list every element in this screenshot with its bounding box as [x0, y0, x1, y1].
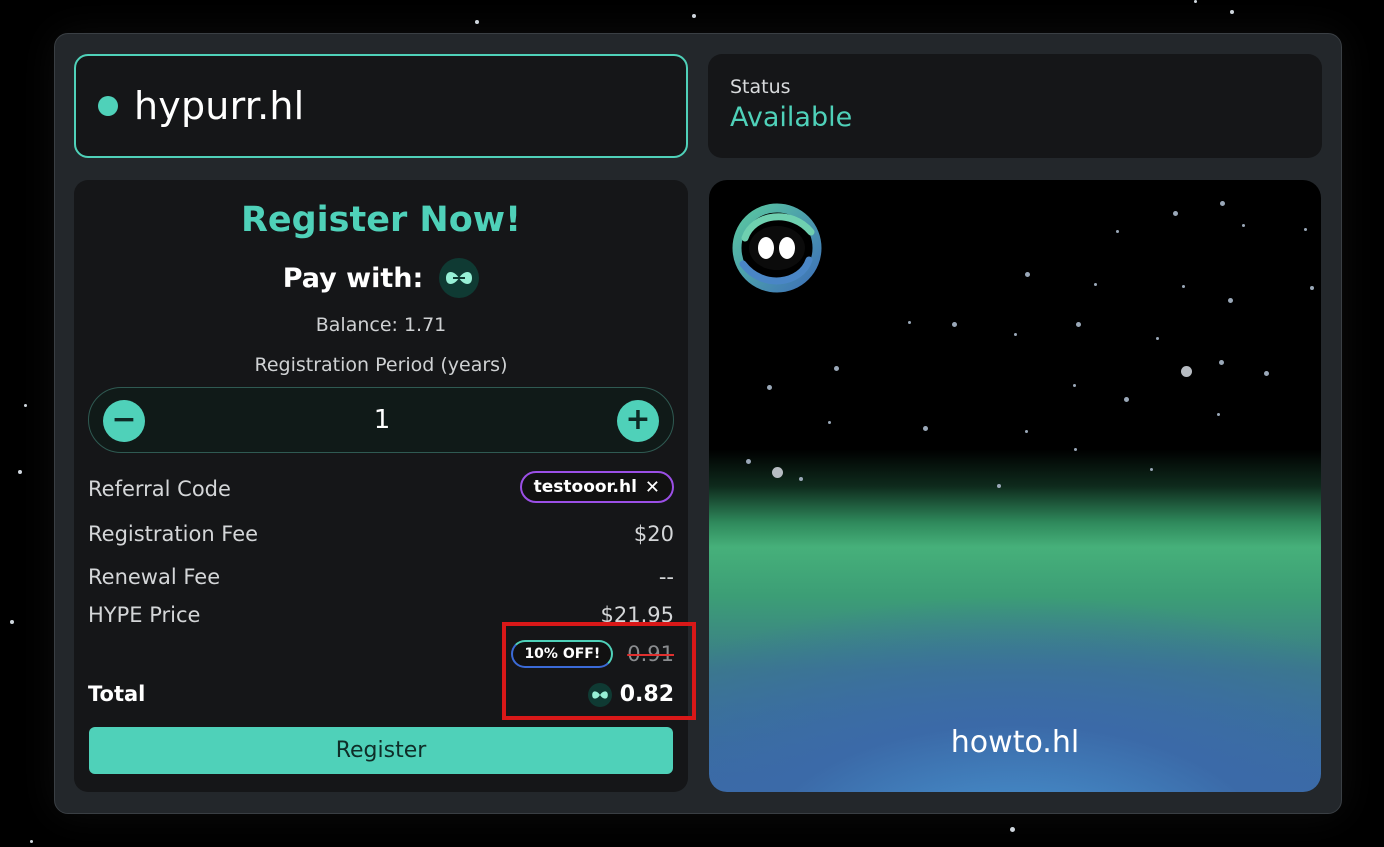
referral-pill: testooor.hl ✕: [519, 471, 674, 503]
background-star: [18, 470, 22, 474]
pay-with-row: Pay with:: [74, 258, 688, 298]
pay-with-label: Pay with:: [282, 262, 424, 294]
preview-star: [1076, 322, 1081, 327]
preview-star: [1014, 333, 1017, 336]
preview-star: [772, 467, 783, 478]
status-dot-icon: [98, 96, 118, 116]
hype-token-icon[interactable]: [439, 258, 480, 298]
register-title: Register Now!: [240, 200, 522, 240]
preview-star: [1304, 228, 1307, 231]
referral-label: Referral Code: [88, 477, 231, 501]
preview-star: [1025, 272, 1030, 277]
preview-star: [1073, 384, 1076, 387]
preview-star: [746, 459, 751, 464]
period-label: Registration Period (years): [254, 354, 508, 376]
background-star: [692, 14, 696, 18]
renewal-fee-row: Renewal Fee --: [88, 565, 674, 595]
preview-star: [828, 421, 831, 424]
background-star: [1230, 10, 1234, 14]
preview-star: [799, 477, 803, 481]
preview-star: [1217, 413, 1220, 416]
period-value[interactable]: 1: [89, 405, 675, 435]
preview-star: [997, 484, 1001, 488]
preview-star: [1264, 371, 1269, 376]
preview-star: [1074, 448, 1077, 451]
registration-fee-row: Registration Fee $20: [88, 522, 674, 552]
preview-star: [1219, 360, 1224, 365]
background-star: [10, 620, 14, 624]
background-star: [1010, 827, 1015, 832]
preview-star: [908, 321, 911, 324]
domain-preview-card: howto.hl: [709, 180, 1321, 792]
registration-fee-value: $20: [633, 522, 674, 546]
period-stepper: − 1 +: [88, 387, 674, 453]
preview-star: [952, 322, 957, 327]
preview-star: [1228, 298, 1233, 303]
preview-star: [1173, 211, 1178, 216]
status-value: Available: [730, 102, 853, 133]
preview-star: [1094, 283, 1097, 286]
preview-star: [923, 426, 928, 431]
preview-star: [1150, 468, 1153, 471]
preview-star: [1116, 230, 1119, 233]
renewal-fee-value: --: [658, 565, 674, 589]
total-label: Total: [88, 682, 146, 706]
highlight-box: [502, 622, 696, 720]
increment-button[interactable]: +: [617, 400, 659, 442]
background-star: [1194, 0, 1197, 3]
status-label: Status: [730, 76, 791, 98]
preview-star: [1220, 201, 1225, 206]
background-star: [24, 404, 27, 407]
preview-star: [1181, 366, 1192, 377]
status-card: Status Available: [708, 54, 1322, 158]
preview-star: [1156, 337, 1159, 340]
preview-star: [1310, 286, 1314, 290]
referral-row: Referral Code testooor.hl ✕: [88, 471, 674, 507]
domain-name-card: hypurr.hl: [74, 54, 688, 158]
register-button[interactable]: Register: [89, 727, 673, 774]
preview-star: [1182, 285, 1185, 288]
preview-star: [1124, 397, 1129, 402]
preview-star: [834, 366, 839, 371]
background-star: [30, 840, 33, 843]
preview-domain-name: howto.hl: [950, 725, 1080, 760]
hypurr-logo-icon: [731, 202, 823, 294]
balance-text: Balance: 1.71: [315, 314, 447, 336]
domain-name: hypurr.hl: [134, 84, 305, 128]
preview-star: [1242, 224, 1245, 227]
referral-code: testooor.hl: [533, 477, 637, 497]
background-star: [475, 20, 479, 24]
preview-star: [767, 385, 772, 390]
preview-star: [1025, 430, 1028, 433]
registration-fee-label: Registration Fee: [88, 522, 259, 546]
close-icon[interactable]: ✕: [645, 477, 660, 498]
hype-price-label: HYPE Price: [88, 603, 201, 627]
renewal-fee-label: Renewal Fee: [88, 565, 221, 589]
